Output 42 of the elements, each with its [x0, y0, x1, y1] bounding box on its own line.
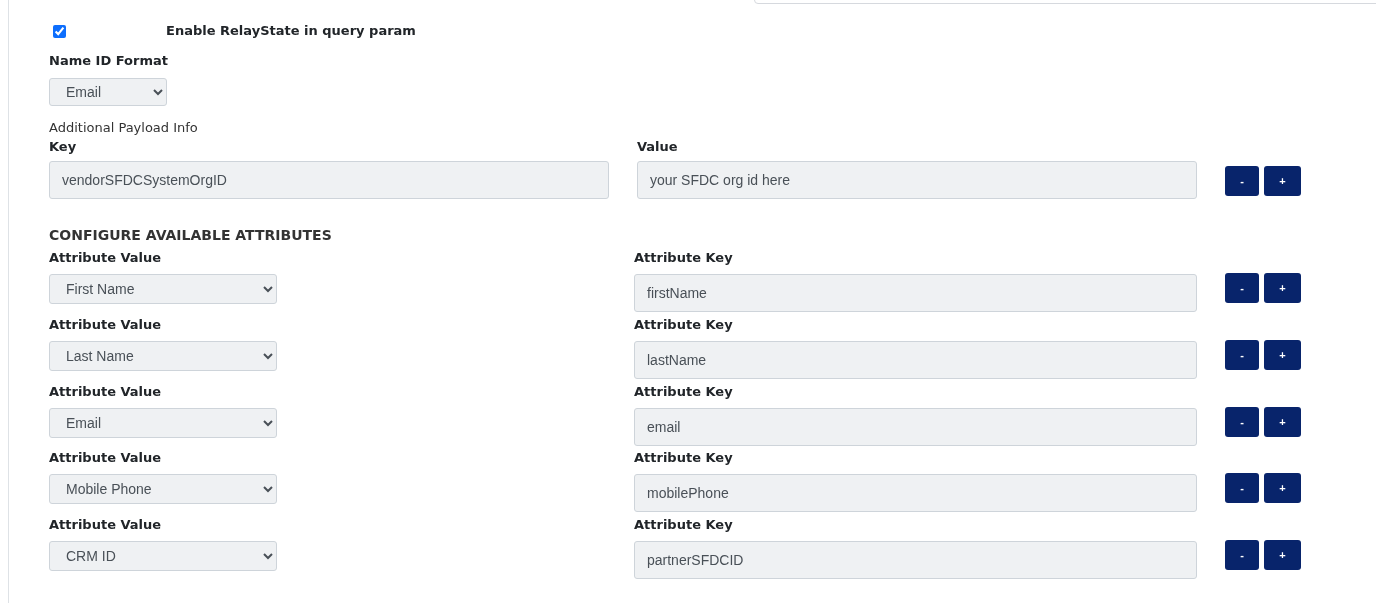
- name-id-format-label: Name ID Format: [49, 52, 169, 70]
- attribute-key-label: Attribute Key: [634, 249, 734, 267]
- add-button[interactable]: +: [1264, 539, 1301, 570]
- attribute-value-select[interactable]: Last Name: [49, 340, 277, 371]
- attribute-key-label: Attribute Key: [634, 382, 734, 401]
- attribute-key-label: Attribute Key: [634, 449, 734, 467]
- remove-button[interactable]: -: [1225, 473, 1259, 503]
- payload-title: Additional Payload Info: [49, 119, 199, 137]
- key-label: Key: [49, 138, 78, 156]
- relay-state-checkbox[interactable]: [53, 24, 66, 38]
- attribute-value-label: Attribute Value: [49, 315, 163, 334]
- relay-state-label: Enable RelayState in query param: [166, 22, 416, 40]
- attribute-key-input[interactable]: email: [634, 407, 1197, 446]
- attribute-key-input[interactable]: firstName: [634, 274, 1197, 312]
- add-button[interactable]: +: [1264, 406, 1301, 437]
- remove-button[interactable]: -: [1225, 273, 1259, 303]
- attribute-key-input[interactable]: mobilePhone: [634, 474, 1197, 512]
- attribute-key-label: Attribute Key: [634, 315, 734, 334]
- attribute-value-label: Attribute Value: [49, 249, 163, 267]
- attribute-value-select[interactable]: CRM ID: [49, 540, 277, 571]
- value-label: Value: [637, 138, 679, 156]
- remove-button[interactable]: -: [1225, 339, 1259, 370]
- attribute-value-select[interactable]: First Name: [49, 274, 277, 304]
- section-heading: CONFIGURE AVAILABLE ATTRIBUTES: [49, 227, 333, 243]
- add-button[interactable]: +: [1264, 473, 1301, 503]
- attribute-value-label: Attribute Value: [49, 382, 163, 401]
- attribute-key-input[interactable]: partnerSFDCID: [634, 540, 1197, 579]
- attribute-value-select[interactable]: Mobile Phone: [49, 474, 277, 504]
- attribute-value-select[interactable]: Email: [49, 407, 277, 438]
- attribute-value-label: Attribute Value: [49, 515, 163, 534]
- attribute-key-label: Attribute Key: [634, 515, 734, 534]
- add-button[interactable]: +: [1264, 166, 1301, 196]
- attribute-key-input[interactable]: lastName: [634, 340, 1197, 379]
- add-button[interactable]: +: [1264, 273, 1301, 303]
- remove-button[interactable]: -: [1225, 406, 1259, 437]
- key-input[interactable]: vendorSFDCSystemOrgID: [49, 161, 609, 199]
- name-id-format-select[interactable]: Email: [49, 78, 167, 106]
- remove-button[interactable]: -: [1225, 166, 1259, 196]
- remove-button[interactable]: -: [1225, 539, 1259, 570]
- attribute-value-label: Attribute Value: [49, 449, 163, 467]
- add-button[interactable]: +: [1264, 339, 1301, 370]
- value-input[interactable]: your SFDC org id here: [637, 161, 1197, 199]
